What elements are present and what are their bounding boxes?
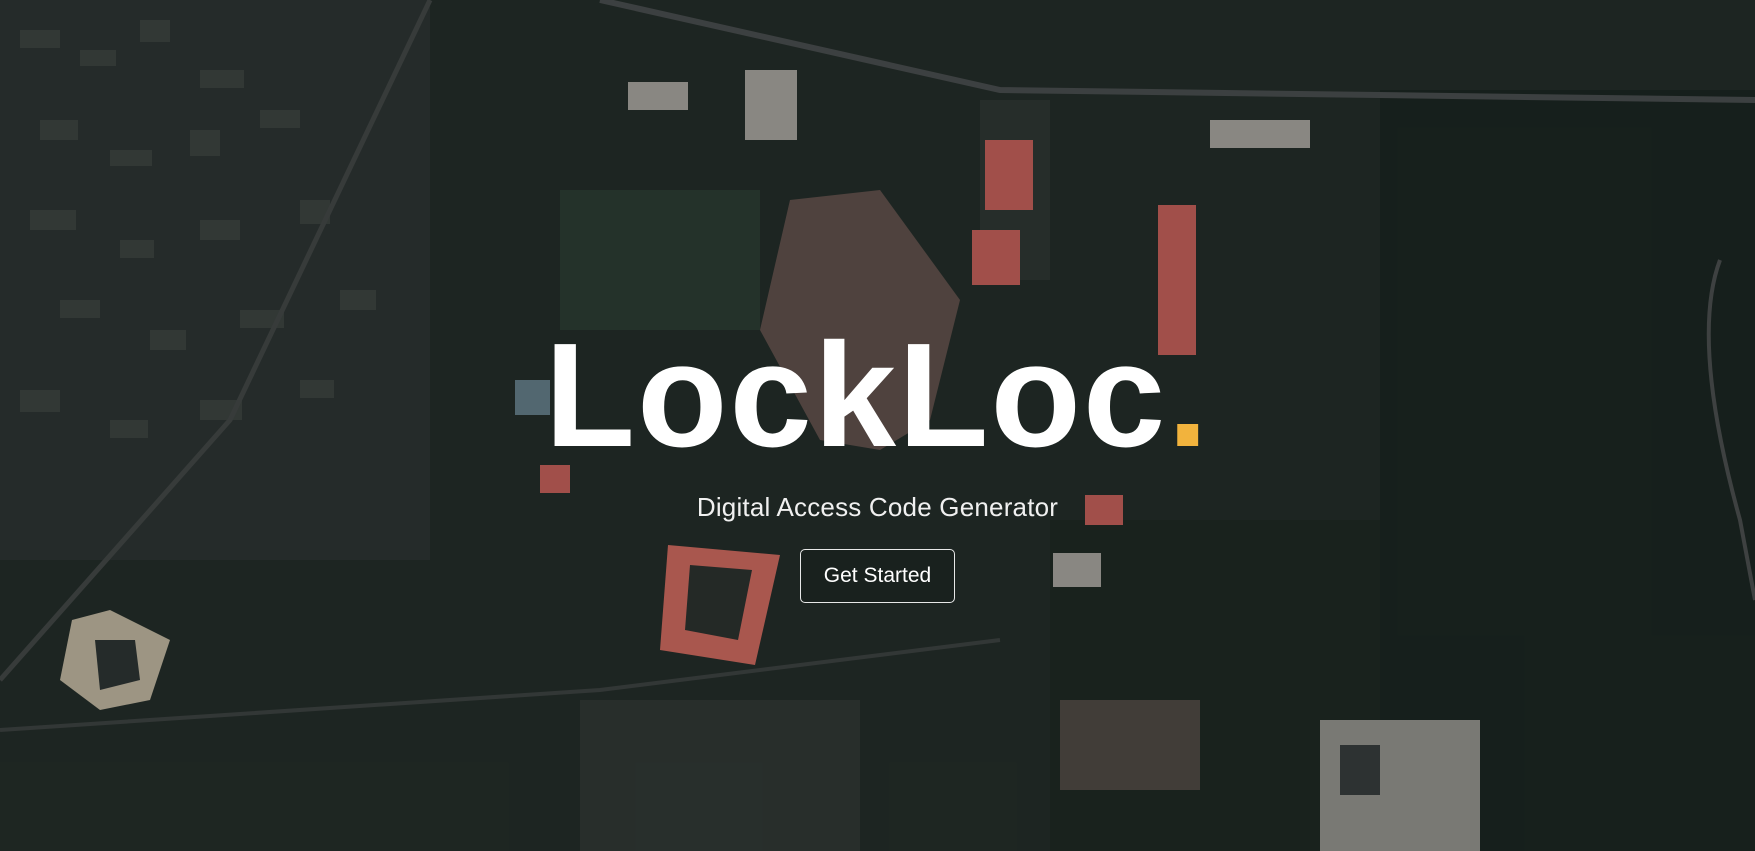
brand-accent-dot: . — [1167, 313, 1211, 478]
brand-title: LockLoc — [544, 313, 1168, 478]
brand-logo: LockLoc. — [545, 322, 1211, 470]
hero-section: LockLoc. Digital Access Code Generator G… — [0, 322, 1755, 603]
get-started-button[interactable]: Get Started — [800, 549, 955, 603]
tagline: Digital Access Code Generator — [696, 492, 1059, 522]
